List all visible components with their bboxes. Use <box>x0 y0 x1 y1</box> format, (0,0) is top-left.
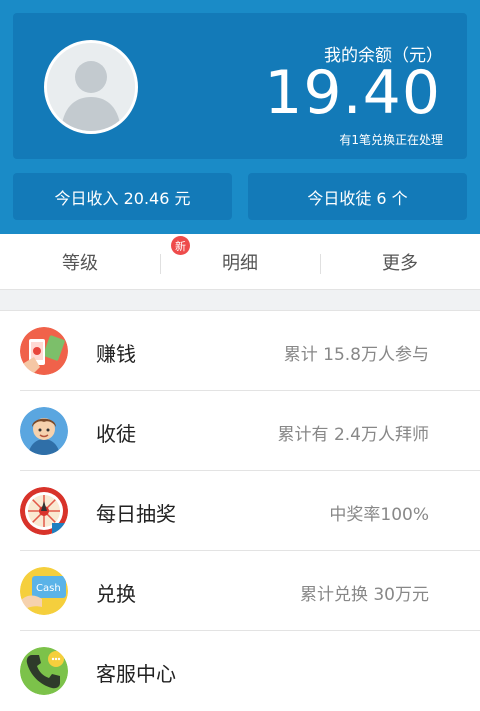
balance-amount: 19.40 <box>264 58 441 128</box>
menu-item-earn[interactable]: 赚钱 累计 15.8万人参与 <box>0 311 480 391</box>
tab-bar: 等级 明细 新 更多 <box>0 234 480 290</box>
menu-list: 赚钱 累计 15.8万人参与 收徒 累计有 2.4万人拜师 每日抽奖 中奖率10… <box>0 311 480 711</box>
new-badge: 新 <box>171 236 190 255</box>
menu-item-lottery[interactable]: 每日抽奖 中奖率100% <box>0 471 480 551</box>
menu-item-customer-service[interactable]: 客服中心 <box>0 631 480 711</box>
menu-item-meta: 累计兑换 30万元 <box>299 585 429 605</box>
section-spacer <box>0 290 480 311</box>
tab-more-label: 更多 <box>382 252 418 274</box>
balance-status-note: 有1笔兑换正在处理 <box>339 133 443 147</box>
cash-card-icon: Cash <box>20 567 68 615</box>
tab-level[interactable]: 等级 <box>0 234 160 289</box>
menu-item-title: 每日抽奖 <box>96 502 176 526</box>
menu-item-meta: 累计 15.8万人参与 <box>283 345 429 365</box>
menu-item-title: 兑换 <box>96 582 136 606</box>
menu-item-title: 赚钱 <box>96 342 136 366</box>
tab-level-label: 等级 <box>62 252 98 274</box>
default-avatar-icon <box>47 43 135 131</box>
menu-item-meta: 累计有 2.4万人拜师 <box>277 425 429 445</box>
menu-item-meta: 中奖率100% <box>329 505 429 525</box>
menu-item-title: 收徒 <box>96 422 136 446</box>
menu-item-title: 客服中心 <box>96 662 176 686</box>
today-income-text: 今日收入 20.46 元 <box>54 188 191 208</box>
today-income-box[interactable]: 今日收入 20.46 元 <box>13 173 232 220</box>
tab-details[interactable]: 明细 新 <box>160 234 320 289</box>
today-disciples-box[interactable]: 今日收徒 6 个 <box>248 173 467 220</box>
tab-more[interactable]: 更多 <box>320 234 480 289</box>
menu-item-recruit[interactable]: 收徒 累计有 2.4万人拜师 <box>0 391 480 471</box>
recruit-disciple-icon <box>20 407 68 455</box>
avatar[interactable] <box>44 40 138 134</box>
header-panel: 我的余额（元） 19.40 有1笔兑换正在处理 今日收入 20.46 元 今日收… <box>0 0 480 234</box>
svg-text:Cash: Cash <box>36 583 61 594</box>
balance-card: 我的余额（元） 19.40 有1笔兑换正在处理 <box>13 13 467 159</box>
earn-money-icon <box>20 327 68 375</box>
tab-details-label: 明细 <box>222 252 258 274</box>
tab-divider <box>160 254 161 274</box>
today-disciples-text: 今日收徒 6 个 <box>307 188 408 208</box>
menu-item-exchange[interactable]: Cash 兑换 累计兑换 30万元 <box>0 551 480 631</box>
tab-divider <box>320 254 321 274</box>
lottery-wheel-icon <box>20 487 68 535</box>
customer-service-phone-icon <box>20 647 68 695</box>
